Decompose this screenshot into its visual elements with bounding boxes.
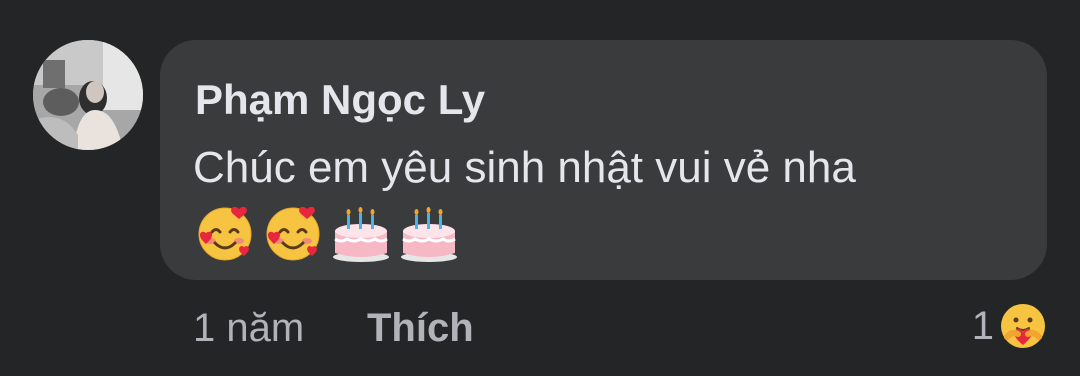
avatar[interactable] <box>33 40 143 150</box>
comment-bubble: Phạm Ngọc Ly Chúc em yêu sinh nhật vui v… <box>160 40 1047 280</box>
birthday-cake-icon <box>401 207 457 262</box>
smiling-face-with-hearts-icon <box>198 206 252 261</box>
comment-text: Chúc em yêu sinh nhật vui vẻ nha <box>193 143 856 192</box>
reaction-summary[interactable]: 1 <box>972 300 1048 352</box>
smiling-face-with-hearts-icon <box>266 206 320 261</box>
comment-timestamp[interactable]: 1 năm <box>193 306 304 351</box>
care-reaction-icon <box>1001 304 1045 348</box>
birthday-cake-icon <box>333 207 389 262</box>
emoji-row <box>193 200 461 266</box>
comment-author-name[interactable]: Phạm Ngọc Ly <box>195 76 485 124</box>
like-button[interactable]: Thích <box>367 306 474 351</box>
comment-thread: Phạm Ngọc Ly Chúc em yêu sinh nhật vui v… <box>0 0 1080 376</box>
reaction-count: 1 <box>971 303 994 348</box>
